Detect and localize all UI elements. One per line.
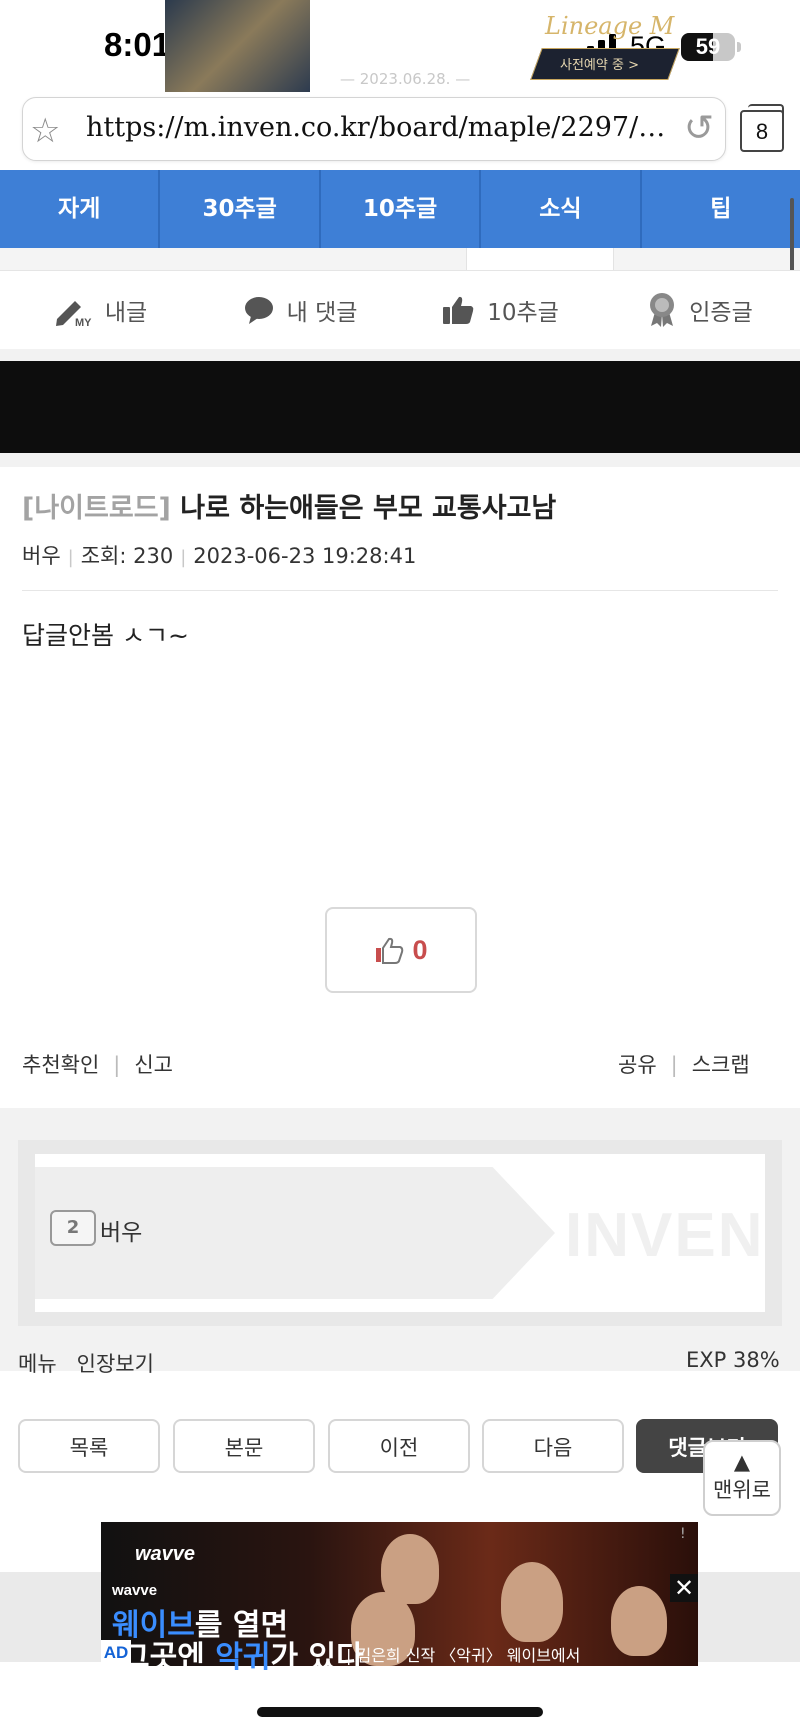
post-actions-left: 추천확인 | 신고 (22, 1049, 173, 1079)
tab-free-board[interactable]: 자게 (0, 170, 161, 248)
prev-button[interactable]: 이전 (328, 1419, 470, 1473)
recommend-button[interactable]: 0 (325, 907, 477, 993)
report-link[interactable]: 신고 (134, 1053, 173, 1077)
battery-tip (737, 42, 741, 52)
quick-menu: MY 내글 내 댓글 10추글 인증글 (0, 270, 800, 350)
medal-icon (650, 293, 675, 327)
banner-cta-label: 사전예약 중 > (560, 58, 639, 73)
wavve-logo-small: wavve (112, 1582, 158, 1599)
speech-bubble-icon (244, 297, 273, 324)
divider (22, 590, 778, 591)
ad-subline: | 김은희 신작 〈악귀〉 웨이브에서 (346, 1646, 581, 1665)
up-arrow-icon: ▲ (733, 1450, 751, 1474)
home-indicator[interactable] (257, 1707, 543, 1717)
tab-news[interactable]: 소식 (481, 170, 642, 248)
section-gap (0, 453, 800, 467)
meta-separator: | (180, 547, 187, 568)
url-text[interactable]: https://m.inven.co.kr/board/maple/2297/2… (86, 112, 666, 143)
ad-text: 그곳엔 (122, 1640, 216, 1675)
post-author[interactable]: 버우 (22, 544, 61, 568)
post-body: 답글안봄 ㅅㄱ~ (22, 621, 189, 650)
bookmark-star-icon[interactable]: ☆ (30, 111, 60, 151)
wavve-logo: wavve (135, 1543, 196, 1565)
reload-icon[interactable]: ↺ (684, 108, 714, 149)
action-separator: | (113, 1053, 121, 1077)
tab-count-button[interactable]: 8 (740, 110, 784, 152)
svg-text:MY: MY (75, 317, 92, 327)
tab-tips[interactable]: 팁 (642, 170, 800, 248)
view-stamp-link[interactable]: 인장보기 (77, 1352, 154, 1376)
ad-marker: AD (101, 1640, 131, 1666)
thumbs-up-icon (443, 296, 474, 324)
share-link[interactable]: 공유 (618, 1053, 657, 1077)
board-nav-tabs: 자게 30추글 10추글 소식 팁 (0, 170, 800, 248)
banner-date: — 2023.06.28. — (340, 70, 471, 88)
banner-tagline: 다시 빛나는 아인하사드의 검 (315, 18, 531, 39)
hidden-subtab-row (0, 248, 800, 270)
my-posts-label: 내글 (104, 300, 148, 326)
ad-info-icon[interactable]: ! (680, 1526, 686, 1542)
post-category: [나이트로드] (22, 493, 171, 524)
post-views: 조회: 230 (80, 544, 174, 568)
hidden-subtab (466, 248, 614, 271)
thumbs-up-outline-icon (376, 937, 404, 964)
scrap-link[interactable]: 스크랩 (692, 1053, 750, 1077)
post-title: [나이트로드] 나로 하는애들은 부모 교통사고남 (22, 486, 556, 525)
scroll-to-top-button[interactable]: ▲ 맨위로 (703, 1440, 781, 1516)
my-comments-label: 내 댓글 (286, 300, 358, 326)
ad-headline-2: 그곳엔 악귀가 있다 (122, 1632, 364, 1676)
profile-menu-row: 메뉴 인장보기 (18, 1348, 154, 1378)
next-button[interactable]: 다음 (482, 1419, 624, 1473)
post-title-text: 나로 하는애들은 부모 교통사고남 (180, 493, 557, 524)
tab-30-recommended[interactable]: 30추글 (160, 170, 321, 248)
meta-separator: | (67, 547, 74, 568)
action-separator: | (670, 1053, 678, 1077)
recommended-10-button[interactable]: 10추글 (400, 271, 600, 349)
lineage-m-logo: Lineage M (545, 12, 675, 40)
actor-face (501, 1562, 563, 1642)
tab-10-recommended[interactable]: 10추글 (321, 170, 482, 248)
certified-posts-button[interactable]: 인증글 (600, 271, 800, 349)
recommend-count: 0 (412, 934, 428, 965)
recommended-10-label: 10추글 (487, 300, 559, 326)
profile-menu-link[interactable]: 메뉴 (18, 1352, 57, 1376)
section-gap (0, 349, 800, 361)
level-badge: 2 (50, 1210, 96, 1246)
battery-level: 59 (695, 34, 721, 59)
my-posts-button[interactable]: MY 내글 (0, 271, 200, 349)
my-comments-button[interactable]: 내 댓글 (200, 271, 400, 349)
lineage-banner-ad[interactable] (0, 361, 800, 453)
post-datetime: 2023-06-23 19:28:41 (193, 544, 417, 568)
ad-close-icon[interactable]: ✕ (670, 1574, 698, 1602)
to-top-label: 맨위로 (713, 1478, 771, 1502)
inven-watermark: INVEN (565, 1201, 765, 1270)
ad-highlight: 악귀 (215, 1640, 271, 1675)
exp-value: EXP 38% (686, 1348, 780, 1372)
post-meta: 버우 | 조회: 230 | 2023-06-23 19:28:41 (22, 540, 416, 570)
banner-character-art (165, 0, 310, 92)
battery-icon: 59 (681, 33, 735, 61)
certified-posts-label: 인증글 (689, 300, 753, 326)
nc-logo: nc (112, 8, 143, 38)
recommend-check-link[interactable]: 추천확인 (22, 1053, 99, 1077)
body-button[interactable]: 본문 (173, 1419, 315, 1473)
banner-headline: 신성검사 클래스 리부트 (315, 46, 533, 71)
pencil-my-icon: MY (55, 301, 92, 327)
actor-face (611, 1586, 667, 1656)
list-button[interactable]: 목록 (18, 1419, 160, 1473)
post-actions-right: 공유 | 스크랩 (618, 1049, 750, 1079)
profile-name[interactable]: 버우 (100, 1213, 142, 1247)
